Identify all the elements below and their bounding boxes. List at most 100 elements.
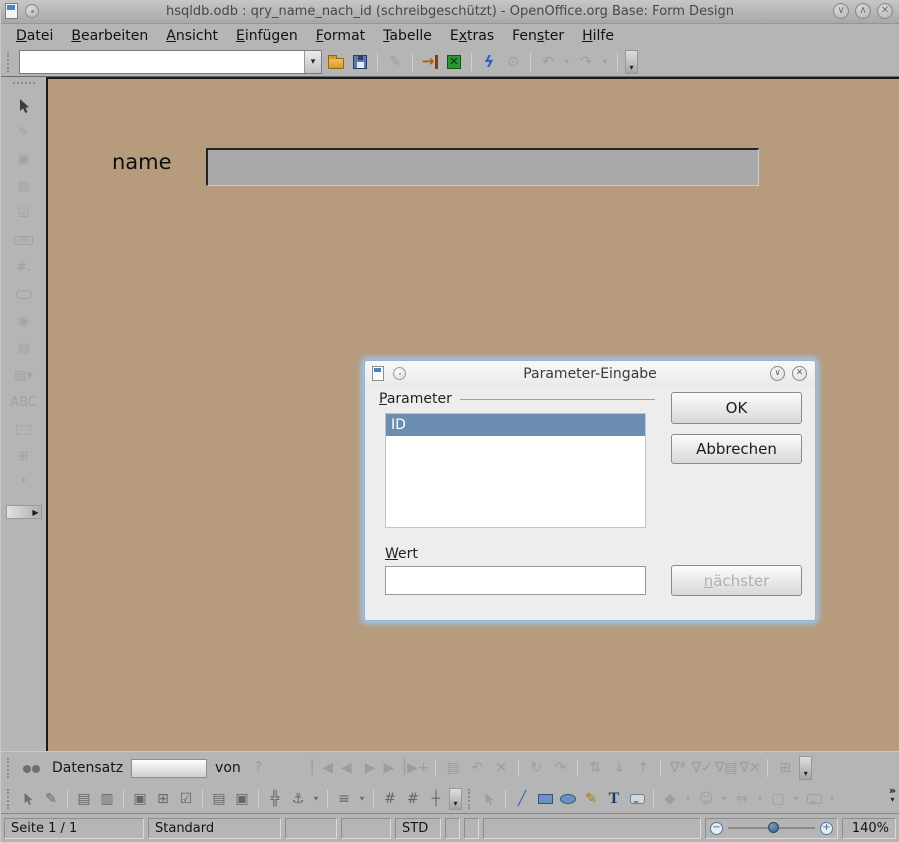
callout-shapes-button[interactable] xyxy=(804,788,824,810)
load-url-combobox[interactable]: ▾ xyxy=(19,50,322,74)
list-item-selected[interactable]: ID xyxy=(386,414,645,436)
zoom-track[interactable] xyxy=(728,827,815,829)
groupbox-control-icon[interactable] xyxy=(11,416,37,443)
menu-datei[interactable]: Datei xyxy=(7,26,62,46)
anchor-button[interactable]: ⚓ xyxy=(288,788,308,810)
zoom-in-icon[interactable]: + xyxy=(820,822,833,835)
window-close-button[interactable]: ✕ xyxy=(877,3,893,19)
select-arrow-icon[interactable] xyxy=(11,92,37,119)
sort-ascending-button[interactable]: ↓ xyxy=(609,757,629,779)
add-field-button[interactable]: ☑ xyxy=(176,788,196,810)
toolbar-more-dropdown-icon[interactable]: ▾ xyxy=(890,796,894,804)
new-record-button[interactable]: ▶+ xyxy=(408,757,428,779)
textbox-control-icon[interactable]: ABC xyxy=(11,227,37,254)
form-filter-button[interactable]: ∇▤ xyxy=(716,757,736,779)
last-record-button[interactable]: ▶▕ xyxy=(384,757,404,779)
listbox-control-icon[interactable]: ▤ xyxy=(11,335,37,362)
toolbar-overflow-button[interactable]: ▾ xyxy=(799,756,812,780)
menu-extras[interactable]: Extras xyxy=(441,26,503,46)
data-source-table-button[interactable]: ⊞ xyxy=(775,757,795,779)
basic-shapes-button[interactable]: ◆ xyxy=(660,788,680,810)
form-document-button[interactable]: ▣ xyxy=(130,788,150,810)
draw-select-button[interactable] xyxy=(479,788,499,810)
formatted-field-icon[interactable]: #. xyxy=(11,254,37,281)
snap-to-grid-button[interactable]: # xyxy=(403,788,423,810)
display-grid-button[interactable]: # xyxy=(380,788,400,810)
insert-text-button[interactable]: T xyxy=(604,788,624,810)
dialog-close-button[interactable]: ✕ xyxy=(792,366,807,381)
find-record-icon[interactable] xyxy=(23,763,40,774)
option-button-icon[interactable]: ◉ xyxy=(11,308,37,335)
callout-shapes-dropdown-icon[interactable]: ▾ xyxy=(827,788,837,810)
zoom-thumb[interactable] xyxy=(768,822,779,833)
toolbar-grip[interactable] xyxy=(7,52,12,72)
cancel-button[interactable]: Abbrechen xyxy=(671,434,802,464)
design-mode-icon[interactable]: ✎ xyxy=(11,119,37,146)
preview-button[interactable]: ⊙ xyxy=(503,51,523,73)
form-icon[interactable]: ▤ xyxy=(11,173,37,200)
toolbar-overflow-button[interactable]: ▾ xyxy=(449,788,462,810)
spreadsheet-button[interactable]: ✕ xyxy=(444,51,464,73)
redo-dropdown-icon[interactable]: ▾ xyxy=(600,51,610,73)
basic-shapes-dropdown-icon[interactable]: ▾ xyxy=(683,788,693,810)
toolbar-grip[interactable] xyxy=(468,789,473,809)
zoom-slider[interactable]: − + xyxy=(705,818,838,839)
load-url-input[interactable] xyxy=(20,51,304,73)
flowchart-button[interactable]: ▢ xyxy=(768,788,788,810)
form-name-label[interactable]: name xyxy=(112,150,172,174)
toolbar-grip[interactable] xyxy=(7,758,12,778)
draw-ellipse-button[interactable] xyxy=(558,788,578,810)
position-size-button[interactable]: ╬ xyxy=(265,788,285,810)
window-shade-button[interactable]: ∨ xyxy=(833,3,849,19)
previous-record-button[interactable]: ◀ xyxy=(336,757,356,779)
sort-descending-button[interactable]: ↑ xyxy=(633,757,653,779)
dialog-shade-button[interactable]: ∨ xyxy=(770,366,785,381)
form-properties-button[interactable]: ▥ xyxy=(97,788,117,810)
pushbutton-control-icon[interactable] xyxy=(11,281,37,308)
helplines-button[interactable]: ┼ xyxy=(426,788,446,810)
export-button[interactable]: → xyxy=(420,51,440,73)
next-button[interactable]: nächster xyxy=(671,565,802,596)
parameter-listbox[interactable]: ID xyxy=(385,413,646,528)
edit-document-button[interactable]: ✎ xyxy=(385,51,405,73)
menu-tabelle[interactable]: Tabelle xyxy=(374,26,441,46)
symbol-shapes-button[interactable]: ☺ xyxy=(696,788,716,810)
save-button[interactable] xyxy=(350,51,370,73)
flowchart-dropdown-icon[interactable]: ▾ xyxy=(791,788,801,810)
zoom-out-icon[interactable]: − xyxy=(710,822,723,835)
sort-button[interactable]: ⇅ xyxy=(585,757,605,779)
toolbar-grip[interactable] xyxy=(13,82,35,88)
status-zoom-percent[interactable]: 140% xyxy=(842,818,896,839)
checkbox-control-icon[interactable]: ☑ xyxy=(11,200,37,227)
draw-line-button[interactable]: ╱ xyxy=(512,788,532,810)
ok-button[interactable]: OK xyxy=(671,392,802,424)
freeform-line-button[interactable]: ✎ xyxy=(581,788,601,810)
next-record-button[interactable]: ▶ xyxy=(360,757,380,779)
menu-fenster[interactable]: Fenster xyxy=(503,26,573,46)
menu-hilfe[interactable]: Hilfe xyxy=(573,26,623,46)
wert-input[interactable] xyxy=(385,566,646,595)
menu-bearbeiten[interactable]: Bearbeiten xyxy=(62,26,157,46)
record-number-input[interactable] xyxy=(131,759,207,778)
undo-data-button[interactable]: ↶ xyxy=(467,757,487,779)
block-arrows-dropdown-icon[interactable]: ▾ xyxy=(755,788,765,810)
navigator-button[interactable]: ▤ xyxy=(209,788,229,810)
control-icon[interactable]: ▣ xyxy=(11,146,37,173)
form-navigator-button[interactable]: ▣ xyxy=(232,788,252,810)
refresh-button[interactable]: ↻ xyxy=(526,757,546,779)
first-record-button[interactable]: ▏◀ xyxy=(312,757,332,779)
symbol-shapes-dropdown-icon[interactable]: ▾ xyxy=(719,788,729,810)
redo-button[interactable]: ↷ xyxy=(576,51,596,73)
open-button[interactable] xyxy=(326,51,346,73)
undo-button[interactable]: ↶ xyxy=(538,51,558,73)
label-control-icon[interactable]: ABC xyxy=(11,389,37,416)
form-text-field[interactable] xyxy=(206,148,759,186)
select-button[interactable] xyxy=(18,788,38,810)
run-query-button[interactable]: ϟ xyxy=(479,51,499,73)
block-arrows-button[interactable]: ⇔ xyxy=(732,788,752,810)
combo-dropdown-icon[interactable]: ▾ xyxy=(304,51,321,73)
apply-filter-button[interactable]: ∇✓ xyxy=(692,757,712,779)
toolbar-grip[interactable] xyxy=(7,789,12,809)
window-maximize-button[interactable]: ∧ xyxy=(855,3,871,19)
anchor-dropdown-icon[interactable]: ▾ xyxy=(311,788,321,810)
